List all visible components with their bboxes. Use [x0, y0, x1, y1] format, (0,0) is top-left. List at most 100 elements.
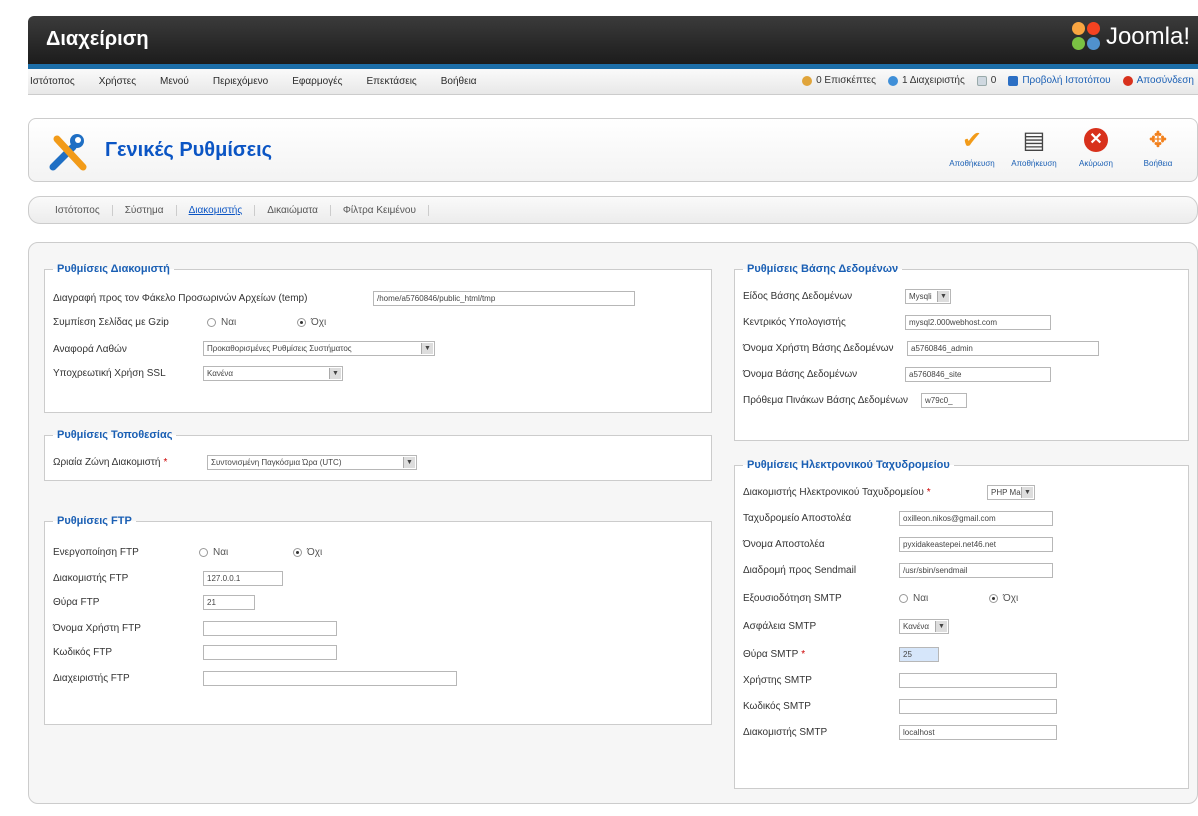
menu-users[interactable]: Χρήστες — [99, 76, 136, 87]
db-prefix-label: Πρόθεμα Πινάκων Βάσης Δεδομένων — [743, 395, 909, 406]
mailer-label: Διακομιστής Ηλεκτρονικού Ταχυδρομείου — [743, 487, 924, 498]
ftp-pass-label: Κωδικός FTP — [53, 647, 113, 658]
smtp-host-label: Διακομιστής SMTP — [743, 727, 828, 738]
radio-selected-icon — [989, 594, 998, 603]
preview-site-link[interactable]: Προβολή Ιστοτόπου — [1008, 75, 1111, 86]
radio-icon — [207, 318, 216, 327]
ftp-host-label: Διακομιστής FTP — [53, 573, 129, 584]
logout-icon — [1122, 75, 1133, 86]
smtp-secure-select[interactable]: Κανένα ▼ — [899, 619, 949, 634]
visitors-icon — [802, 75, 813, 86]
from-name-input[interactable]: pyxidakeastepei.net46.net — [899, 537, 1053, 552]
mail-settings-legend: Ρυθμίσεις Ηλεκτρονικού Ταχυδρομείου — [747, 459, 950, 471]
mail-from-label: Ταχυδρομείο Αποστολέα — [743, 513, 852, 524]
save-close-button[interactable]: ✔ Αποθήκευση — [941, 125, 1003, 169]
ftp-port-input[interactable]: 21 — [203, 595, 255, 610]
db-type-label: Είδος Βάσης Δεδομένων — [743, 291, 853, 302]
header-title: Διαχείριση — [46, 28, 149, 50]
menu-extensions[interactable]: Επεκτάσεις — [366, 76, 416, 87]
ftp-root-input[interactable] — [203, 671, 457, 686]
ftp-enable-yes-radio[interactable]: Ναι — [199, 547, 228, 558]
smtp-pass-input[interactable] — [899, 699, 1057, 714]
chevron-down-icon: ▼ — [935, 621, 947, 632]
chevron-down-icon: ▼ — [403, 457, 415, 468]
ftp-user-input[interactable] — [203, 621, 337, 636]
admins-status: 1 Διαχειριστής — [887, 75, 965, 86]
joomla-logo-icon — [1071, 22, 1102, 52]
location-settings-legend: Ρυθμίσεις Τοποθεσίας — [57, 429, 173, 441]
mail-settings-fieldset: Ρυθμίσεις Ηλεκτρονικού Ταχυδρομείου Διακ… — [734, 459, 1189, 789]
ftp-host-input[interactable]: 127.0.0.1 — [203, 571, 283, 586]
sendmail-path-input[interactable]: /usr/sbin/sendmail — [899, 563, 1053, 578]
ftp-pass-input[interactable] — [203, 645, 337, 660]
smtp-secure-label: Ασφάλεια SMTP — [743, 621, 817, 632]
radio-selected-icon — [293, 548, 302, 557]
menu-site[interactable]: Ιστότοπος — [30, 76, 75, 87]
ftp-enable-no-radio[interactable]: Όχι — [293, 547, 322, 558]
content-area: Ρυθμίσεις Διακομιστή Διαγραφή προς τον Φ… — [28, 242, 1198, 804]
chevron-down-icon: ▼ — [421, 343, 433, 354]
timezone-label: Ωριαία Ζώνη Διακομιστή — [53, 457, 161, 468]
timezone-select[interactable]: Συντονισμένη Παγκόσμια Ώρα (UTC) ▼ — [207, 455, 417, 470]
smtp-auth-label: Εξουσιοδότηση SMTP — [743, 593, 842, 604]
gzip-label: Συμπίεση Σελίδας με Gzip — [53, 317, 169, 328]
menu-content[interactable]: Περιεχόμενο — [213, 76, 268, 87]
db-user-input[interactable]: a5760846_admin — [907, 341, 1099, 356]
menu-components[interactable]: Εφαρμογές — [292, 76, 342, 87]
tmp-path-label: Διαγραφή προς τον Φάκελο Προσωρινών Αρχε… — [53, 293, 308, 304]
save-icon: ▤ — [1022, 126, 1046, 154]
tmp-path-input[interactable]: /home/a5760846/public_html/tmp — [373, 291, 635, 306]
db-host-input[interactable]: mysql2.000webhost.com — [905, 315, 1051, 330]
ftp-settings-fieldset: Ρυθμίσεις FTP Ενεργοποίηση FTP Ναι Όχι Δ… — [44, 515, 712, 725]
error-reporting-label: Αναφορά Λαθών — [53, 344, 127, 355]
tab-server[interactable]: Διακομιστής — [177, 204, 256, 216]
ftp-enable-label: Ενεργοποίηση FTP — [53, 547, 139, 558]
location-settings-fieldset: Ρυθμίσεις Τοποθεσίας Ωριαία Ζώνη Διακομι… — [44, 429, 712, 481]
radio-icon — [199, 548, 208, 557]
gzip-yes-radio[interactable]: Ναι — [207, 317, 236, 328]
menu-help[interactable]: Βοήθεια — [441, 76, 477, 87]
tab-text-filters[interactable]: Φίλτρα Κειμένου — [331, 204, 429, 216]
tools-icon — [49, 134, 87, 171]
ftp-root-label: Διαχειριστής FTP — [53, 673, 130, 684]
server-settings-legend: Ρυθμίσεις Διακομιστή — [57, 263, 170, 275]
cancel-button[interactable]: ✕ Ακύρωση — [1065, 125, 1127, 168]
ftp-port-label: Θύρα FTP — [53, 597, 100, 608]
tab-system[interactable]: Σύστημα — [113, 204, 177, 216]
database-settings-fieldset: Ρυθμίσεις Βάσης Δεδομένων Είδος Βάσης Δε… — [734, 263, 1189, 441]
db-name-input[interactable]: a5760846_site — [905, 367, 1051, 382]
smtp-port-input[interactable]: 25 — [899, 647, 939, 662]
messages-status[interactable]: 0 — [976, 75, 996, 86]
visitors-status: 0 Επισκέπτες — [802, 75, 876, 86]
smtp-user-input[interactable] — [899, 673, 1057, 688]
chevron-down-icon: ▼ — [937, 291, 949, 302]
logout-link[interactable]: Αποσύνδεση — [1122, 75, 1194, 86]
save-button[interactable]: ▤ Αποθήκευση — [1003, 125, 1065, 169]
config-tabs: Ιστότοπος Σύστημα Διακομιστής Δικαιώματα… — [28, 196, 1198, 224]
smtp-port-label: Θύρα SMTP — [743, 649, 799, 660]
radio-icon — [899, 594, 908, 603]
db-prefix-input[interactable]: w79c0_ — [921, 393, 967, 408]
menu-menus[interactable]: Μενού — [160, 76, 189, 87]
smtp-pass-label: Κωδικός SMTP — [743, 701, 811, 712]
mailer-select[interactable]: PHP Mail ▼ — [987, 485, 1035, 500]
force-ssl-select[interactable]: Κανένα ▼ — [203, 366, 343, 381]
joomla-logo: Joomla! — [1071, 22, 1190, 52]
tab-permissions[interactable]: Δικαιώματα — [255, 204, 331, 216]
help-icon: ✥ — [1148, 127, 1168, 152]
smtp-auth-no-radio[interactable]: Όχι — [989, 593, 1018, 604]
error-reporting-select[interactable]: Προκαθορισμένες Ρυθμίσεις Συστήματος ▼ — [203, 341, 435, 356]
ftp-user-label: Όνομα Χρήστη FTP — [53, 623, 141, 634]
chevron-down-icon: ▼ — [329, 368, 341, 379]
tab-site[interactable]: Ιστότοπος — [43, 204, 113, 216]
db-type-select[interactable]: Mysqli ▼ — [905, 289, 951, 304]
mail-from-input[interactable]: oxilleon.nikos@gmail.com — [899, 511, 1053, 526]
smtp-host-input[interactable]: localhost — [899, 725, 1057, 740]
server-settings-fieldset: Ρυθμίσεις Διακομιστή Διαγραφή προς τον Φ… — [44, 263, 712, 413]
gzip-no-radio[interactable]: Όχι — [297, 317, 326, 328]
joomla-logo-text: Joomla! — [1105, 23, 1190, 50]
help-button[interactable]: ✥ Βοήθεια — [1127, 125, 1189, 168]
smtp-auth-yes-radio[interactable]: Ναι — [899, 593, 928, 604]
check-icon: ✔ — [961, 126, 983, 154]
mail-icon — [976, 75, 987, 86]
